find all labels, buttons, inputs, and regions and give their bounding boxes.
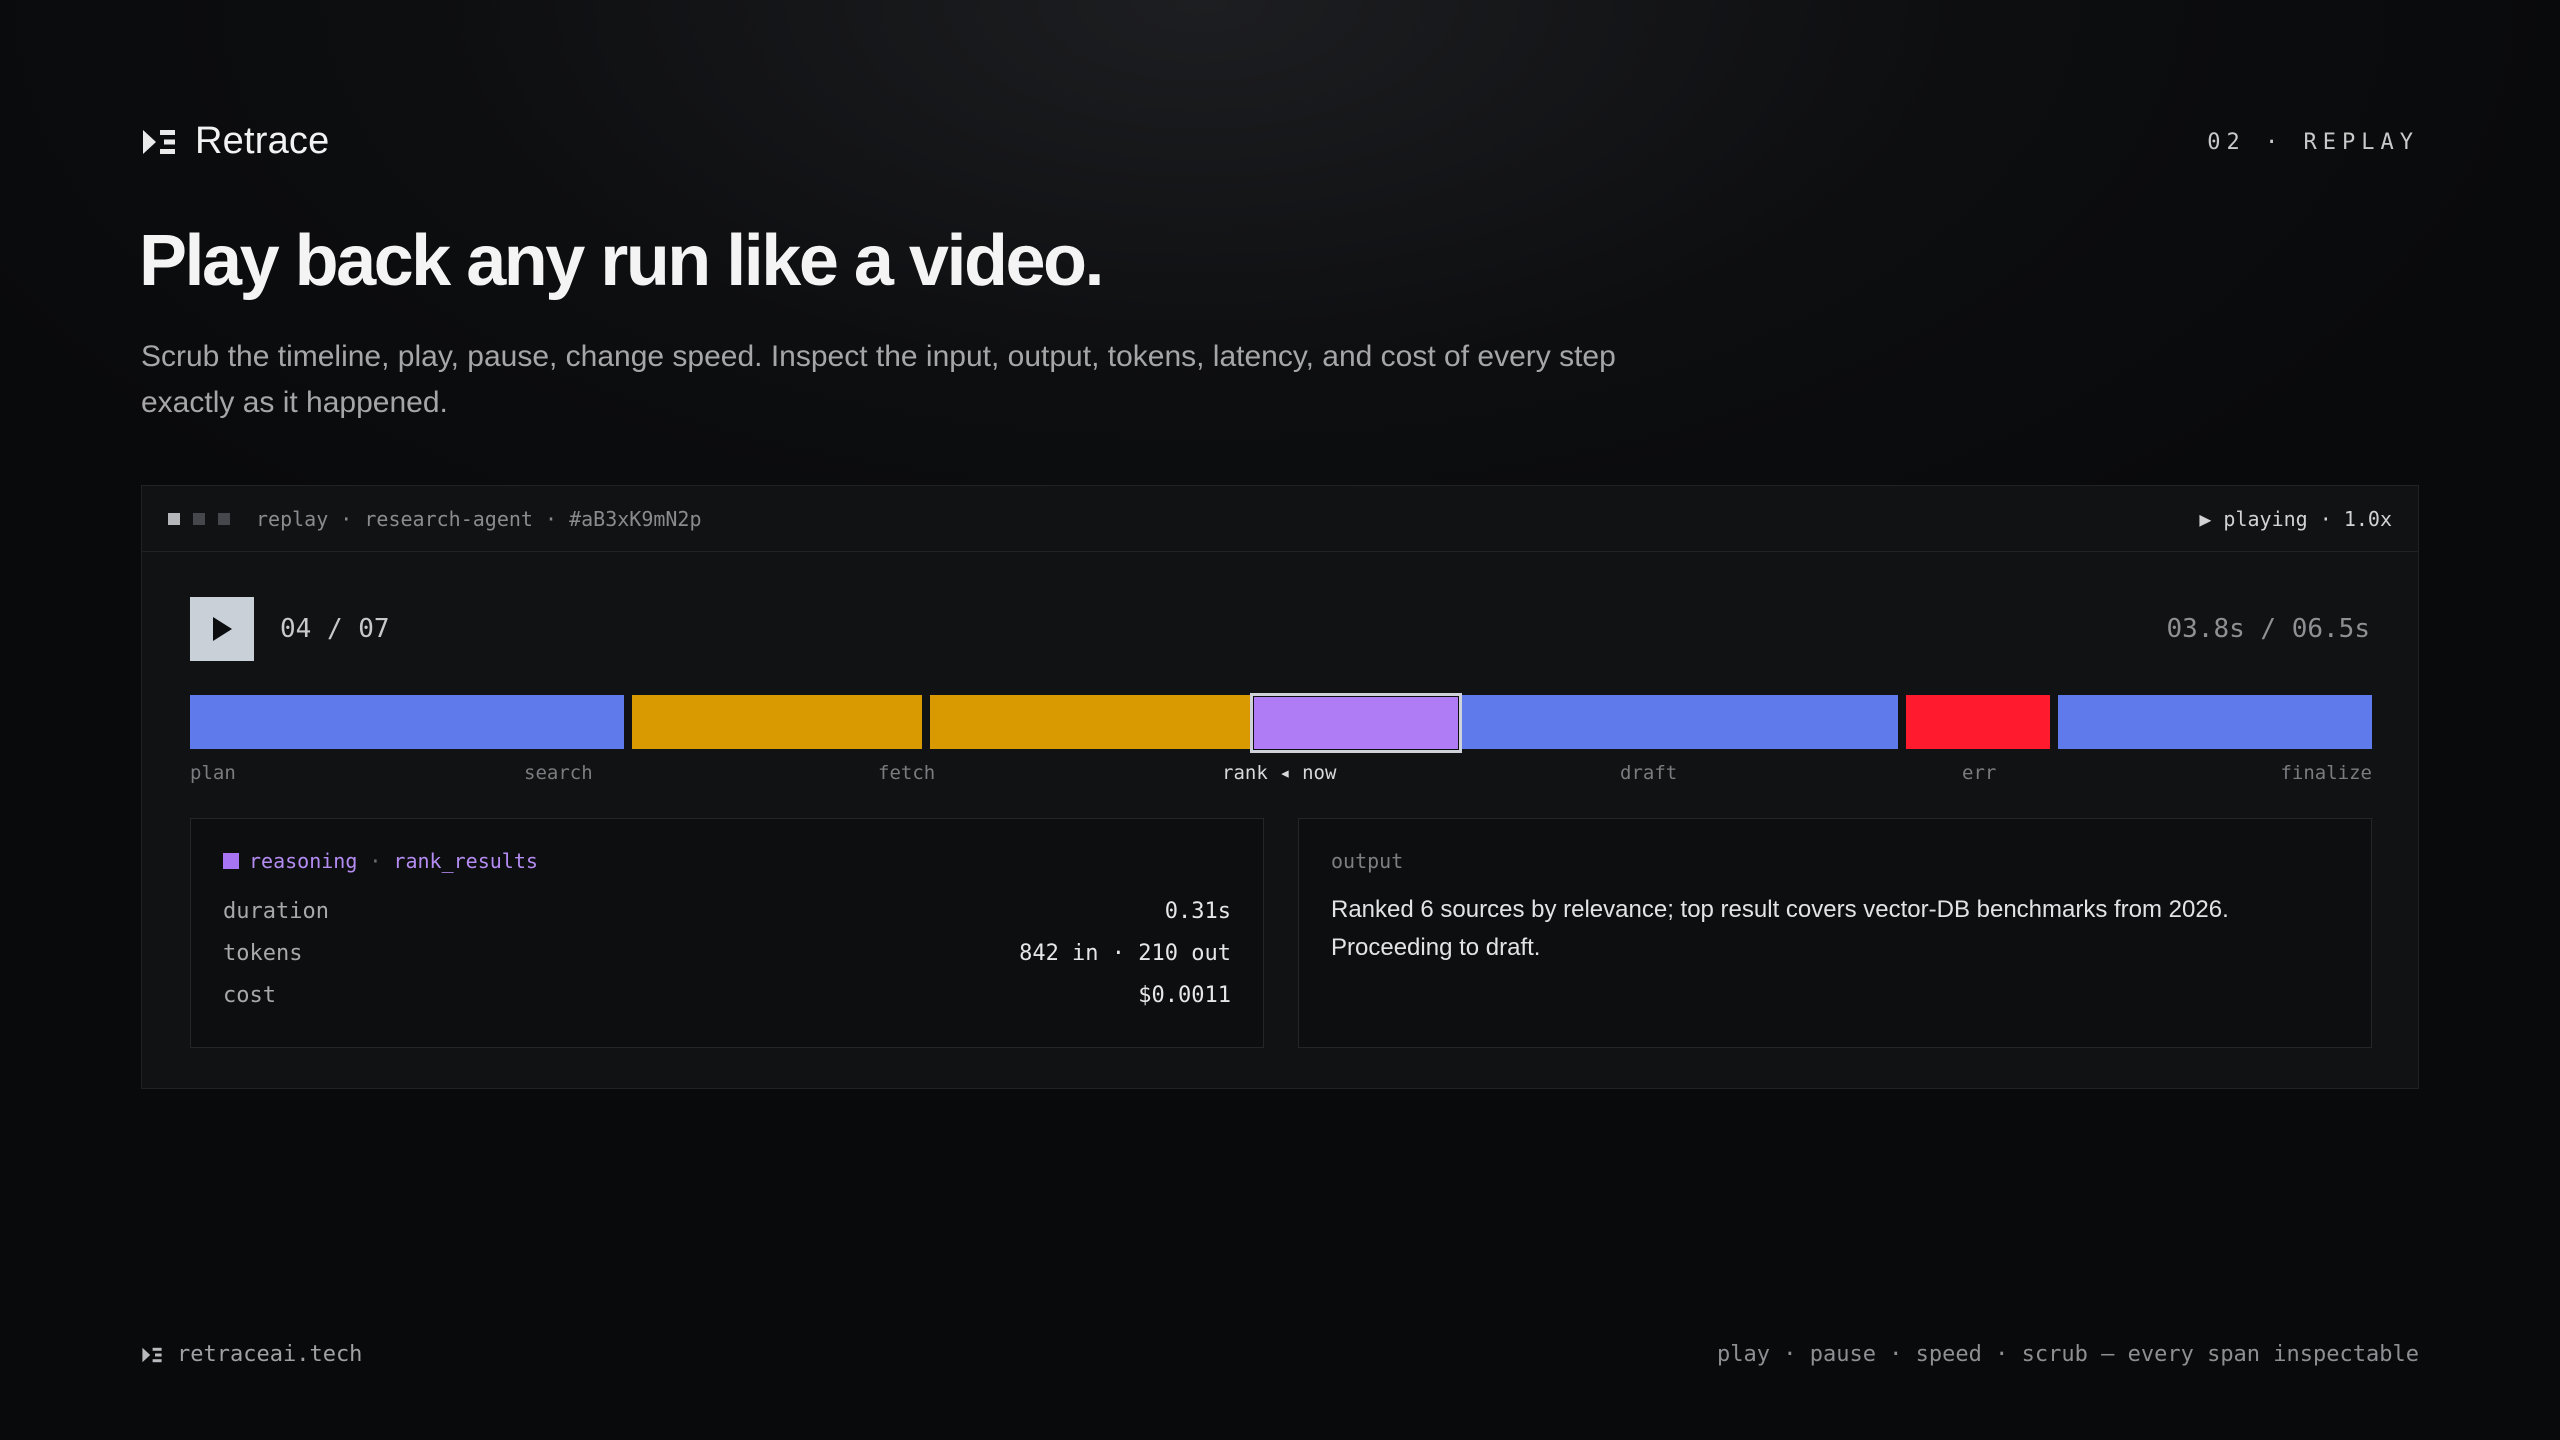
step-detail-card: reasoning · rank_results duration 0.31s … — [190, 818, 1264, 1048]
timeline-scrubber[interactable] — [190, 691, 2372, 753]
timeline-label-plan: plan — [190, 762, 236, 784]
timeline-label-search: search — [524, 762, 593, 784]
section-tag: 02 · REPLAY — [2207, 130, 2419, 155]
timeline-segment-plan[interactable] — [190, 695, 624, 749]
brand[interactable]: Retrace — [141, 120, 329, 163]
metric-row-duration: duration 0.31s — [223, 899, 1231, 924]
metric-value: $0.0011 — [1138, 983, 1231, 1008]
span-kind: reasoning — [249, 849, 358, 873]
metric-label: cost — [223, 983, 276, 1008]
metric-label: duration — [223, 899, 329, 924]
window-dots — [168, 512, 230, 525]
playback-controls: 04 / 07 03.8s / 06.5s — [190, 597, 2370, 661]
step-name: rank_results — [393, 849, 538, 873]
brand-name: Retrace — [195, 120, 330, 162]
page-headline: Play back any run like a video. — [139, 221, 1104, 301]
metric-row-cost: cost $0.0011 — [223, 983, 1231, 1008]
timeline-segment-draft[interactable] — [1462, 695, 1898, 749]
output-text: Ranked 6 sources by relevance; top resul… — [1331, 896, 2229, 961]
step-counter: 04 / 07 — [280, 614, 390, 644]
timeline-segment-search[interactable] — [632, 695, 922, 749]
timeline-label-finalize: finalize — [2280, 762, 2372, 784]
playback-status: ▶ playing · 1.0x — [2199, 506, 2392, 531]
timeline-label-fetch: fetch — [878, 762, 936, 784]
window-dot — [193, 512, 205, 525]
timeline-labels: plan search fetch rank ◂ now draft err f… — [190, 762, 2372, 788]
output-card: output Ranked 6 sources by relevance; to… — [1298, 818, 2372, 1048]
timeline-label-rank: rank ◂ now — [1222, 762, 1337, 784]
play-icon — [213, 617, 232, 641]
timeline-segment-err[interactable] — [1906, 695, 2050, 749]
window-dot — [168, 512, 180, 525]
separator: · — [369, 849, 382, 873]
retrace-logo-icon — [143, 129, 175, 154]
timeline-segment-fetch[interactable] — [930, 695, 1250, 749]
time-counter: 03.8s / 06.5s — [2166, 614, 2371, 644]
footer-site: retraceai.tech — [177, 1342, 363, 1367]
metric-value: 0.31s — [1164, 899, 1231, 924]
replay-panel: replay · research-agent · #aB3xK9mN2p ▶ … — [141, 485, 2419, 1089]
timeline-segment-rank[interactable] — [1250, 693, 1462, 753]
panel-title: replay · research-agent · #aB3xK9mN2p — [256, 506, 702, 531]
metric-row-tokens: tokens 842 in · 210 out — [223, 941, 1231, 966]
timeline-label-err: err — [1962, 762, 1997, 784]
footer-site-link[interactable]: retraceai.tech — [141, 1342, 362, 1367]
panel-title-bar: replay · research-agent · #aB3xK9mN2p ▶ … — [142, 486, 2418, 552]
play-button[interactable] — [190, 597, 254, 661]
window-dot — [218, 512, 230, 525]
timeline-segment-finalize[interactable] — [2058, 695, 2372, 749]
footer-tagline: play · pause · speed · scrub — every spa… — [1717, 1342, 2419, 1367]
timeline-label-draft: draft — [1620, 762, 1678, 784]
step-header: reasoning · rank_results — [223, 849, 538, 873]
output-label: output — [1331, 849, 1404, 873]
retrace-logo-icon — [142, 1347, 162, 1362]
metric-value: 842 in · 210 out — [1019, 941, 1231, 966]
metric-label: tokens — [223, 941, 303, 966]
span-type-swatch — [223, 853, 239, 869]
page-subtitle: Scrub the timeline, play, pause, change … — [141, 340, 1616, 419]
